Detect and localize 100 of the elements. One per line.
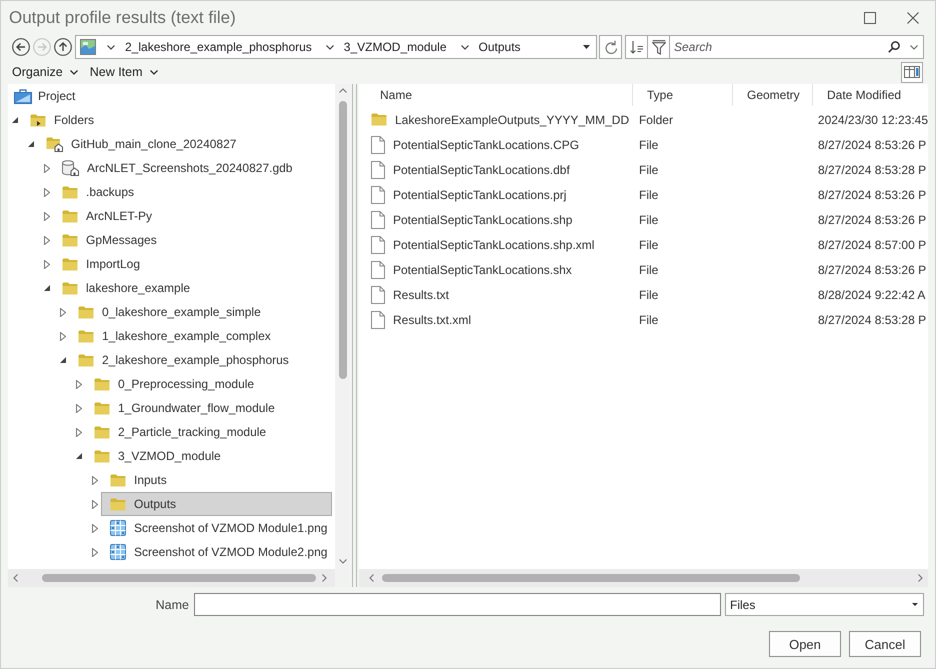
file-icon [371, 136, 385, 154]
caret-right-icon[interactable] [44, 212, 50, 220]
menu-button[interactable]: Organize [12, 65, 78, 79]
date-modified: 2024/23/30 12:23:45 [818, 112, 928, 126]
breadcrumb[interactable]: Outputs [468, 40, 583, 54]
scrollbar-thumb[interactable] [382, 574, 800, 582]
refresh-button[interactable] [599, 35, 622, 59]
column-header[interactable]: Type [633, 84, 733, 106]
folder-icon [78, 306, 94, 318]
caret-down-icon[interactable] [60, 357, 66, 363]
column-header[interactable]: Geometry [733, 84, 813, 106]
file-icon [371, 260, 385, 278]
sort-button[interactable] [625, 35, 648, 59]
search-field[interactable]: Search [669, 35, 924, 59]
cancel-button[interactable]: Cancel [849, 631, 921, 657]
chevron-down-icon[interactable] [326, 44, 334, 50]
name-input[interactable] [194, 593, 721, 616]
folder-icon [62, 258, 78, 270]
up-icon[interactable] [54, 38, 72, 56]
tree-item[interactable]: lakeshore_example [53, 276, 332, 300]
tree-item[interactable]: 0_lakeshore_example_simple [69, 300, 332, 324]
folder-icon [62, 186, 78, 198]
column-header[interactable]: Date Modified [813, 84, 928, 106]
horizontal-scrollbar[interactable] [359, 569, 928, 587]
search-icon[interactable] [888, 41, 900, 53]
caret-down-icon [70, 70, 78, 74]
file-name[interactable]: PotentialSepticTankLocations.CPG [393, 138, 580, 152]
view-options-button[interactable] [901, 62, 923, 82]
file-type-dropdown[interactable]: Files [725, 593, 924, 616]
tree-item[interactable]: 0_Preprocessing_module [85, 372, 332, 396]
chevron-down-icon[interactable] [107, 44, 115, 50]
chevron-down-icon[interactable] [460, 44, 469, 50]
file-name[interactable]: LakeshoreExampleOutputs_YYYY_MM_DD [395, 112, 630, 126]
caret-down-icon[interactable] [44, 285, 50, 291]
file-name[interactable]: PotentialSepticTankLocations.shx [393, 262, 572, 276]
caret-right-icon[interactable] [44, 260, 50, 268]
file-type: File [639, 162, 658, 176]
file-icon [371, 286, 385, 304]
tree-item[interactable]: ImportLog [53, 252, 332, 276]
dropdown-arrow-icon[interactable] [583, 45, 590, 49]
tree-item[interactable]: 1_lakeshore_example_complex [69, 324, 332, 348]
menu-button[interactable]: New Item [90, 65, 158, 79]
tree-item[interactable]: Project [9, 84, 332, 108]
tree-item[interactable]: 3_VZMOD_module [85, 444, 332, 468]
tree-item[interactable]: 2_lakeshore_example_phosphorus [69, 348, 332, 372]
tree-item[interactable]: Screenshot of VZMOD Module1.png [101, 516, 332, 540]
caret-right-icon[interactable] [76, 380, 82, 388]
folder-icon [94, 426, 110, 438]
file-name[interactable]: PotentialSepticTankLocations.dbf [393, 162, 570, 176]
chevron-left-icon[interactable] [13, 574, 18, 582]
dropdown-arrow-icon [912, 603, 918, 606]
chevron-down-icon[interactable] [910, 45, 918, 50]
breadcrumb[interactable]: 2_lakeshore_example_phosphorus [115, 40, 326, 54]
tree-item[interactable]: .backups [53, 180, 332, 204]
tree-item[interactable]: Inputs [101, 468, 332, 492]
caret-right-icon[interactable] [60, 308, 66, 316]
file-name[interactable]: PotentialSepticTankLocations.shp.xml [393, 238, 594, 252]
address-bar[interactable]: 2_lakeshore_example_phosphorus 3_VZMOD_module Outputs [75, 35, 597, 59]
caret-right-icon[interactable] [76, 404, 82, 412]
caret-right-icon[interactable] [92, 500, 98, 508]
file-name[interactable]: PotentialSepticTankLocations.shp [393, 212, 572, 226]
close-icon[interactable] [907, 12, 919, 24]
filter-button[interactable] [647, 35, 670, 59]
chevron-right-icon[interactable] [918, 574, 923, 582]
caret-right-icon[interactable] [92, 524, 98, 532]
tree-item[interactable]: ArcNLET_Screenshots_20240827.gdb [53, 156, 332, 180]
caret-down-icon[interactable] [12, 117, 18, 123]
caret-right-icon[interactable] [92, 548, 98, 556]
tree-item[interactable]: GpMessages [53, 228, 332, 252]
tree-item[interactable]: 1_Groundwater_flow_module [85, 396, 332, 420]
briefcase-icon [14, 88, 32, 104]
tree-item[interactable]: Folders [21, 108, 332, 132]
tree-item[interactable]: Outputs [101, 492, 332, 516]
caret-right-icon[interactable] [60, 332, 66, 340]
scrollbar-thumb[interactable] [338, 101, 346, 379]
open-button[interactable]: Open [769, 631, 841, 657]
column-header[interactable]: Name [359, 84, 633, 106]
file-name[interactable]: Results.txt [393, 288, 450, 302]
caret-right-icon[interactable] [44, 164, 50, 172]
chevron-left-icon[interactable] [369, 574, 374, 582]
horizontal-scrollbar[interactable] [8, 569, 335, 587]
file-name[interactable]: PotentialSepticTankLocations.prj [393, 188, 566, 202]
maximize-icon[interactable] [864, 12, 876, 24]
chevron-right-icon[interactable] [322, 574, 327, 582]
file-name[interactable]: Results.txt.xml [393, 312, 472, 326]
tree-item[interactable]: GitHub_main_clone_20240827 [37, 132, 332, 156]
scrollbar-thumb[interactable] [42, 574, 316, 582]
caret-right-icon[interactable] [44, 236, 50, 244]
caret-down-icon[interactable] [28, 141, 34, 147]
breadcrumb[interactable]: 3_VZMOD_module [334, 40, 461, 54]
tree-item[interactable]: 2_Particle_tracking_module [85, 420, 332, 444]
caret-right-icon[interactable] [44, 188, 50, 196]
tree-item[interactable]: ArcNLET-Py [53, 204, 332, 228]
folder-house-icon [46, 136, 63, 152]
caret-right-icon[interactable] [92, 476, 98, 484]
caret-down-icon[interactable] [76, 453, 82, 459]
back-icon[interactable] [12, 38, 30, 56]
chevron-up-icon[interactable] [338, 88, 346, 93]
caret-right-icon[interactable] [76, 428, 82, 436]
tree-item[interactable]: Screenshot of VZMOD Module2.png [101, 540, 332, 564]
